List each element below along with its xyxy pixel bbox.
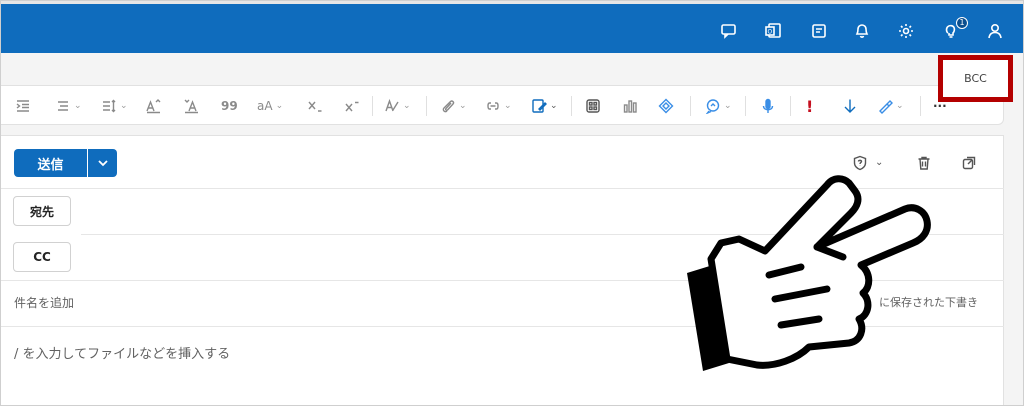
formatting-toolbar: ⌄ ⌄ 99 aA ⌄ ⌄ ⌄ ⌄ ⌄ ⌄ ! ⌄ ··· [1,85,1004,125]
sensitivity-icon[interactable]: ⌄ [877,98,904,114]
styles-icon[interactable]: ⌄ [384,98,411,114]
attach-icon[interactable]: ⌄ [440,98,467,114]
tips-badge: 1 [956,17,968,29]
outlook-window: O 1 ⌄ ⌄ 99 aA ⌄ ⌄ ⌄ ⌄ ⌄ ⌄ ! ⌄ ··· 送信 ⌄ 宛… [0,0,1024,406]
bell-icon[interactable] [853,22,871,40]
case-label: aA [257,99,273,113]
bcc-button[interactable]: BCC [938,55,1013,102]
dictate-icon[interactable] [760,98,776,114]
font-grow-icon[interactable] [145,98,161,114]
pop-out-icon[interactable] [961,155,977,171]
signature-icon[interactable]: ⌄ [531,98,558,114]
subject-input[interactable]: 件名を追加 [14,294,74,311]
to-button[interactable]: 宛先 [13,196,71,226]
poll-icon[interactable] [622,98,638,114]
loop-icon[interactable] [658,98,674,114]
editor-icon[interactable]: ⌄ [705,98,732,114]
indent-icon[interactable] [15,98,31,114]
send-button[interactable]: 送信 [14,149,87,177]
person-icon[interactable] [986,22,1004,40]
send-options-button[interactable] [88,149,117,177]
message-body[interactable]: / を入力してファイルなどを挿入する [14,343,230,362]
importance-low-icon[interactable] [842,98,858,114]
gear-icon[interactable] [897,22,915,40]
toolbar-divider [790,96,791,116]
link-icon[interactable]: ⌄ [485,98,512,114]
importance-high-icon[interactable]: ! [806,97,813,116]
toolbar-divider [372,96,373,116]
toolbar-divider [920,96,921,116]
superscript-icon[interactable] [344,98,360,114]
outlook-icon[interactable]: O [764,22,782,40]
notes-icon[interactable] [810,22,828,40]
svg-text:O: O [768,29,773,36]
quote-icon[interactable]: 99 [221,98,238,114]
subscript-icon[interactable] [307,98,323,114]
toolbar-divider [426,96,427,116]
line-spacing-icon[interactable]: ⌄ [101,98,128,114]
bullets-icon[interactable]: ⌄ [55,98,82,114]
chevron-down-icon [97,160,108,167]
case-icon[interactable]: aA ⌄ [257,98,283,114]
pointing-hand-icon [687,175,931,371]
font-shrink-icon[interactable] [183,98,199,114]
toolbar-divider [745,96,746,116]
chat-icon[interactable] [720,22,738,40]
apps-icon[interactable] [585,98,601,114]
toolbar-divider [571,96,572,116]
top-bar: O 1 [1,1,1023,53]
cc-button[interactable]: CC [13,242,71,272]
toolbar-divider [690,96,691,116]
